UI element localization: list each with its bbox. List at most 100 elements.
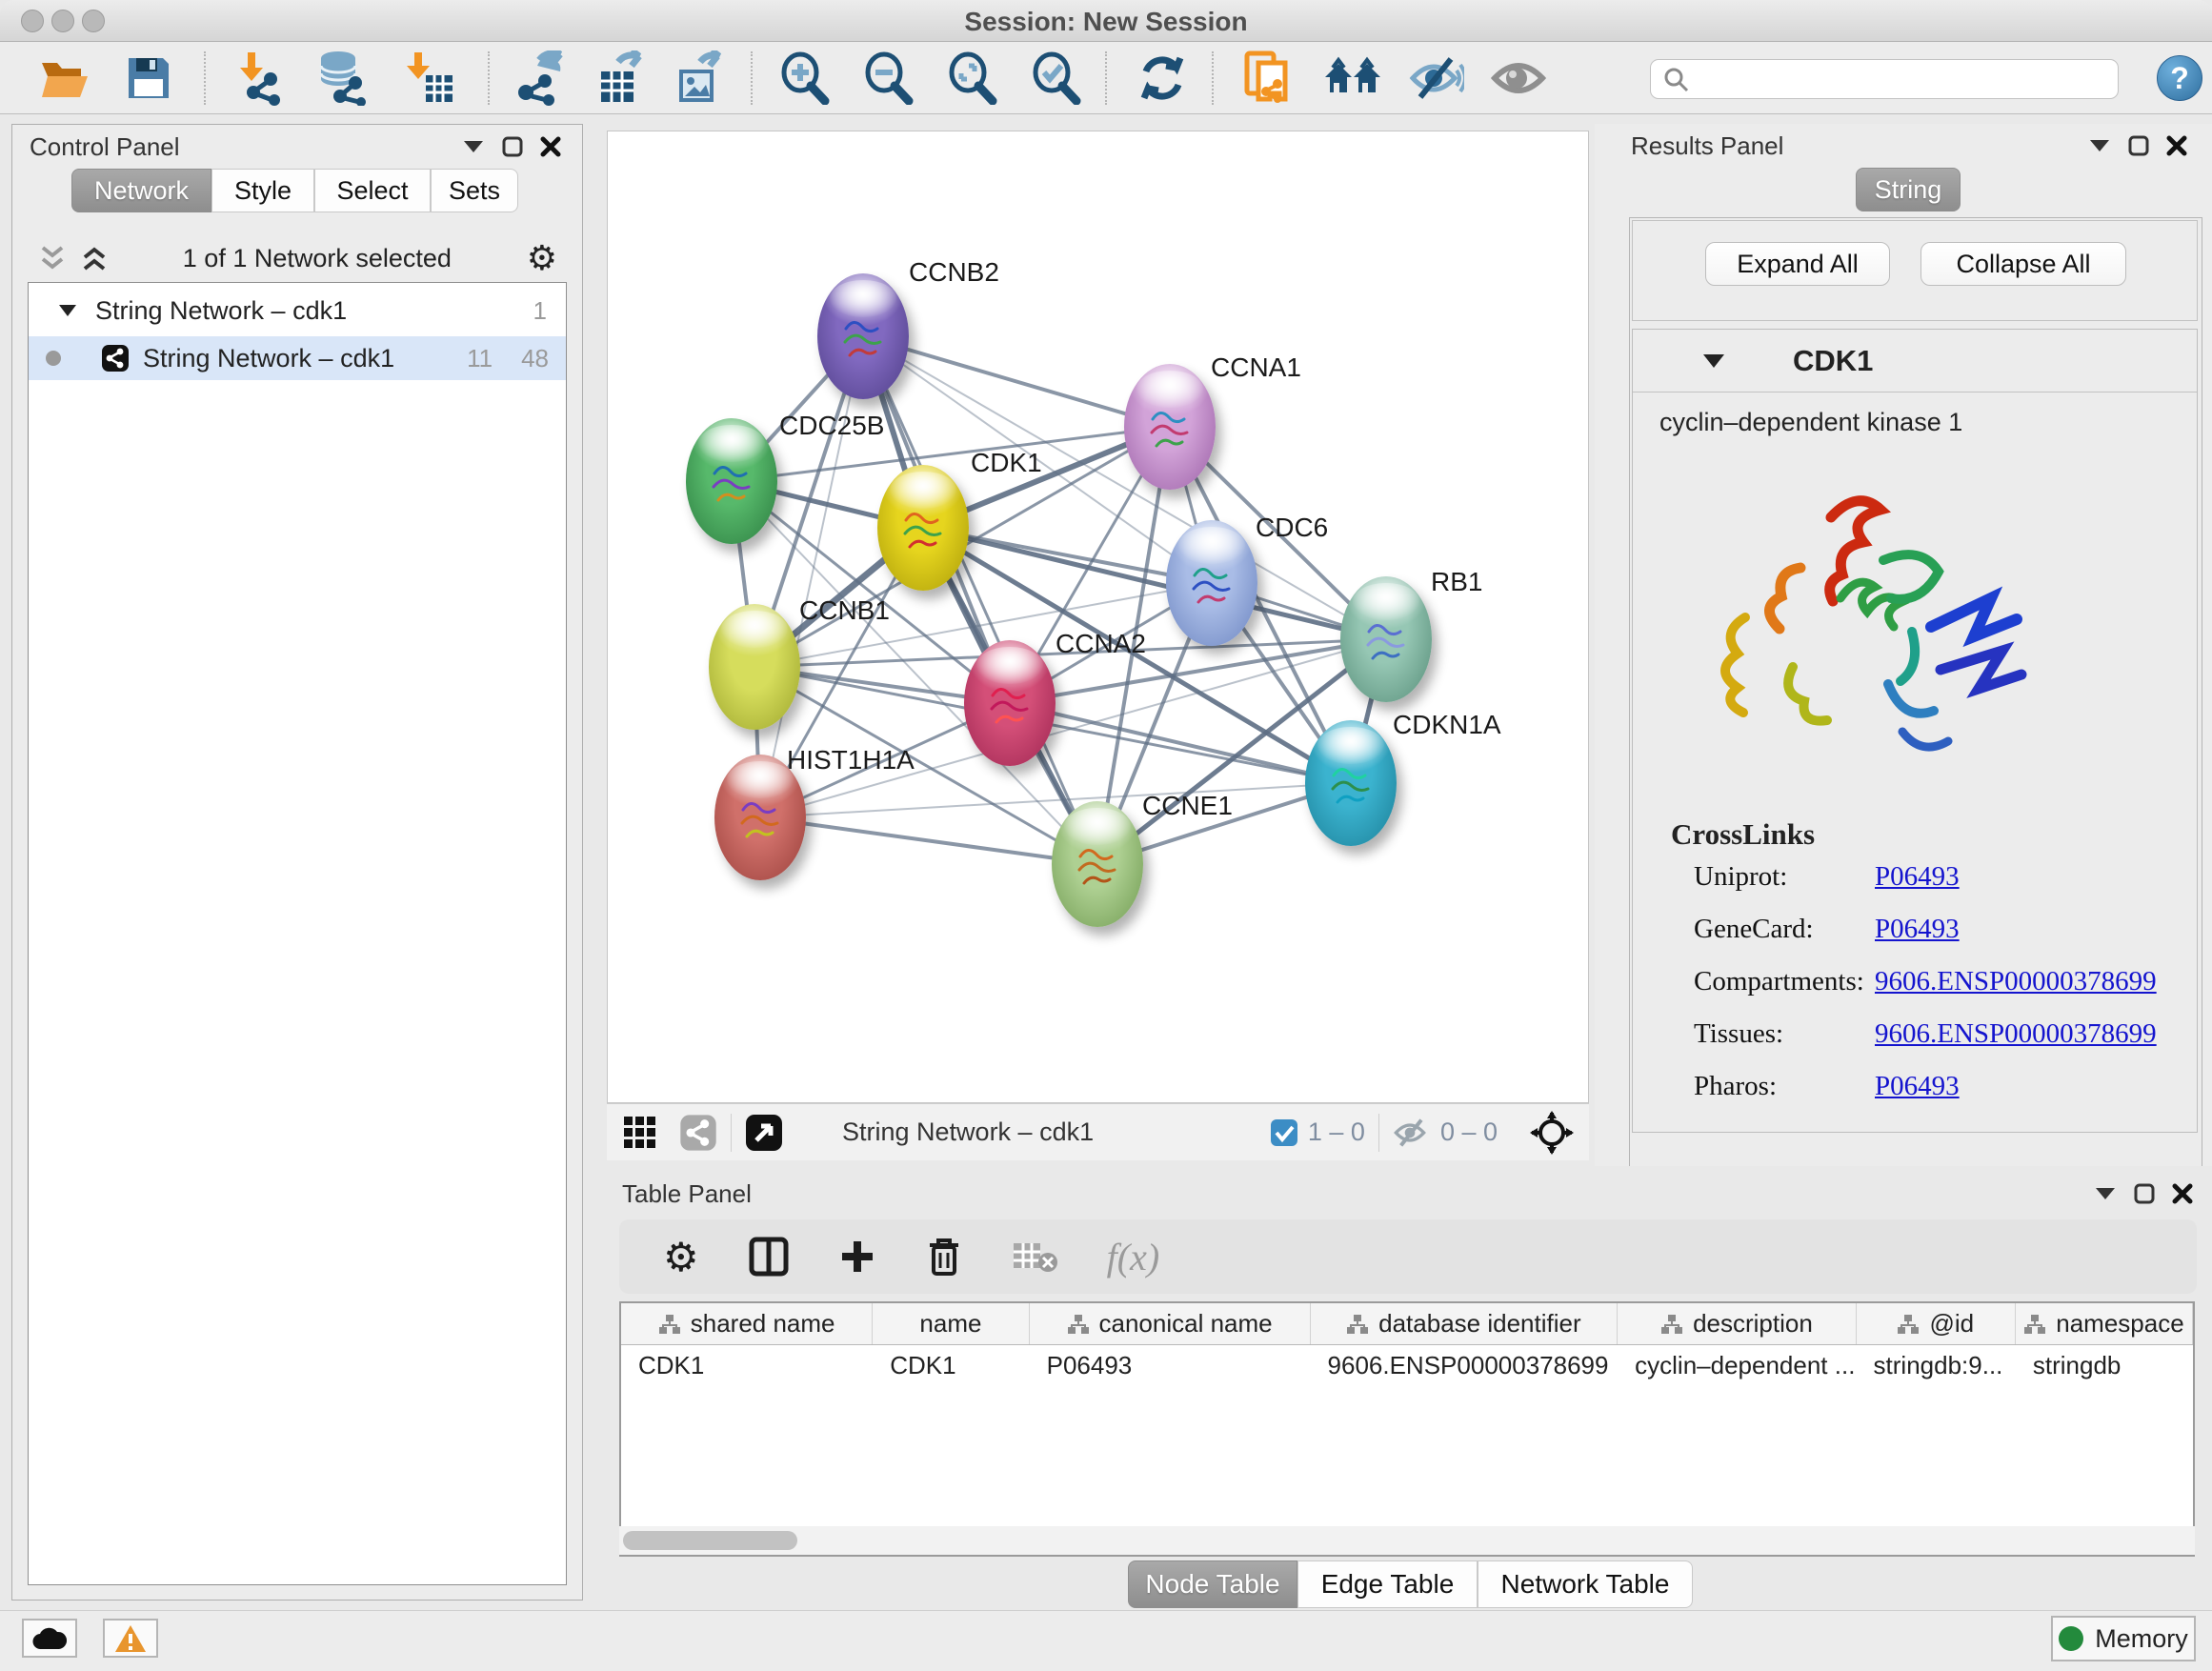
tab-node-table[interactable]: Node Table [1128,1560,1297,1608]
save-session-icon[interactable] [118,50,179,107]
network-node-cdc25b[interactable] [686,418,777,544]
network-node-ccnb1[interactable] [709,604,800,730]
crosslink-link[interactable]: 9606.ENSP00000378699 [1875,1018,2157,1050]
close-panel-icon[interactable] [540,136,561,157]
float-panel-icon[interactable] [502,136,523,157]
show-all-networks-icon[interactable] [1322,50,1383,107]
memory-status-dot [2059,1626,2083,1651]
apply-layout-icon[interactable] [1132,50,1193,107]
network-options-gear-icon[interactable]: ⚙ [527,238,557,278]
section-collapse-icon[interactable] [1701,352,1726,370]
export-image-icon[interactable] [669,50,730,107]
tab-edge-table[interactable]: Edge Table [1297,1560,1478,1608]
hide-selected-icon[interactable] [1406,50,1467,107]
table-cell[interactable]: CDK1 [621,1345,873,1385]
control-tab-select[interactable]: Select [314,169,431,212]
float-panel-icon[interactable] [2128,135,2149,156]
import-network-database-icon[interactable] [312,50,373,107]
network-node-cdk1[interactable] [877,465,969,591]
table-cell[interactable]: P06493 [1030,1345,1311,1385]
table-cell[interactable]: stringdb [2016,1345,2193,1385]
float-panel-icon[interactable] [2134,1183,2155,1204]
network-node-ccne1[interactable] [1052,801,1143,927]
network-edge[interactable] [760,817,1097,864]
network-edge[interactable] [863,336,1170,427]
cdk1-section: CDK1 cyclin–dependent kinase 1 CrossLink… [1632,329,2198,1133]
network-edge[interactable] [863,336,1097,864]
search-field[interactable] [1650,59,2119,99]
create-column-icon[interactable] [838,1238,876,1276]
network-icon [101,344,130,372]
scrollbar-thumb[interactable] [623,1531,797,1550]
close-panel-icon[interactable] [2166,135,2187,156]
close-panel-icon[interactable] [2172,1183,2193,1204]
network-collection-row[interactable]: String Network – cdk1 1 [29,289,566,332]
help-icon[interactable]: ? [2157,55,2202,101]
zoom-in-icon[interactable] [774,50,835,107]
grid-view-icon[interactable] [622,1115,658,1151]
expand-all-button[interactable]: Expand All [1705,242,1890,286]
import-table-icon[interactable] [398,50,459,107]
crosslink-link[interactable]: P06493 [1875,914,1960,945]
column-header-namespace[interactable]: namespace [2016,1303,2193,1344]
network-row-selected[interactable]: String Network – cdk1 11 48 [29,336,566,380]
cloud-automation-button[interactable] [22,1619,77,1658]
import-network-file-icon[interactable] [229,50,290,107]
column-header-shared-name[interactable]: shared name [621,1303,873,1344]
zoom-fit-icon[interactable] [941,50,1002,107]
collapse-all-tree-icon[interactable] [81,246,108,271]
network-node-cdkn1a[interactable] [1305,720,1397,846]
control-tab-network[interactable]: Network [71,169,211,212]
network-node-ccna2[interactable] [964,640,1056,766]
table-horizontal-scrollbar[interactable] [619,1526,2195,1555]
network-edge[interactable] [1010,703,1351,783]
export-network-icon[interactable] [507,50,568,107]
open-file-icon[interactable] [34,50,95,107]
zoom-selected-icon[interactable] [1025,50,1086,107]
zoom-out-icon[interactable] [857,50,918,107]
network-node-cdc6[interactable] [1166,520,1257,646]
delete-column-icon[interactable] [926,1236,962,1278]
panel-menu-icon[interactable] [2094,1186,2117,1201]
crosslink-link[interactable]: 9606.ENSP00000378699 [1875,966,2157,997]
column-header--id[interactable]: @id [1857,1303,2016,1344]
control-tab-style[interactable]: Style [211,169,314,212]
network-node-ccnb2[interactable] [817,273,909,399]
warnings-button[interactable] [103,1619,158,1658]
network-node-rb1[interactable] [1340,576,1432,702]
search-input[interactable] [1689,66,2089,93]
tab-network-table[interactable]: Network Table [1478,1560,1693,1608]
network-view-icon[interactable] [679,1114,717,1152]
show-columns-icon[interactable] [749,1237,789,1277]
table-cell[interactable]: cyclin–dependent ... [1618,1345,1856,1385]
export-table-icon[interactable] [589,50,650,107]
expand-all-tree-icon[interactable] [39,246,66,271]
table-cell[interactable]: stringdb:9... [1857,1345,2016,1385]
control-tab-sets[interactable]: Sets [431,169,518,212]
node-label-cdc25b: CDC25B [779,411,884,441]
panel-menu-icon[interactable] [2088,138,2111,153]
table-cell[interactable]: 9606.ENSP00000378699 [1311,1345,1619,1385]
column-header-canonical-name[interactable]: canonical name [1030,1303,1311,1344]
column-header-name[interactable]: name [873,1303,1029,1344]
collapse-all-button[interactable]: Collapse All [1920,242,2126,286]
table-row[interactable]: CDK1CDK1P064939606.ENSP00000378699cyclin… [621,1345,2193,1385]
column-header-description[interactable]: description [1618,1303,1856,1344]
show-selected-icon[interactable] [1488,50,1549,107]
panel-menu-icon[interactable] [462,139,485,154]
table-cell[interactable]: CDK1 [873,1345,1029,1385]
crosslink-link[interactable]: P06493 [1875,1071,1960,1102]
birdseye-navigator-icon[interactable] [1530,1111,1574,1155]
table-options-gear-icon[interactable]: ⚙ [663,1234,699,1280]
detach-view-icon[interactable] [745,1114,783,1152]
copy-network-icon[interactable] [1238,50,1299,107]
crosslink-link[interactable]: P06493 [1875,861,1960,893]
table-header-row: shared namenamecanonical namedatabase id… [621,1303,2193,1345]
network-view-canvas[interactable]: CCNB2CCNA1CDC25BCDK1CDC6RB1CCNB1CCNA2CDK… [607,131,1589,1103]
memory-button[interactable]: Memory [2051,1616,2196,1661]
selected-checkbox-icon[interactable] [1270,1118,1298,1147]
network-node-ccna1[interactable] [1124,364,1216,490]
tree-expander-icon[interactable] [57,303,78,318]
tab-string[interactable]: String [1856,168,1961,211]
column-header-database-identifier[interactable]: database identifier [1311,1303,1619,1344]
